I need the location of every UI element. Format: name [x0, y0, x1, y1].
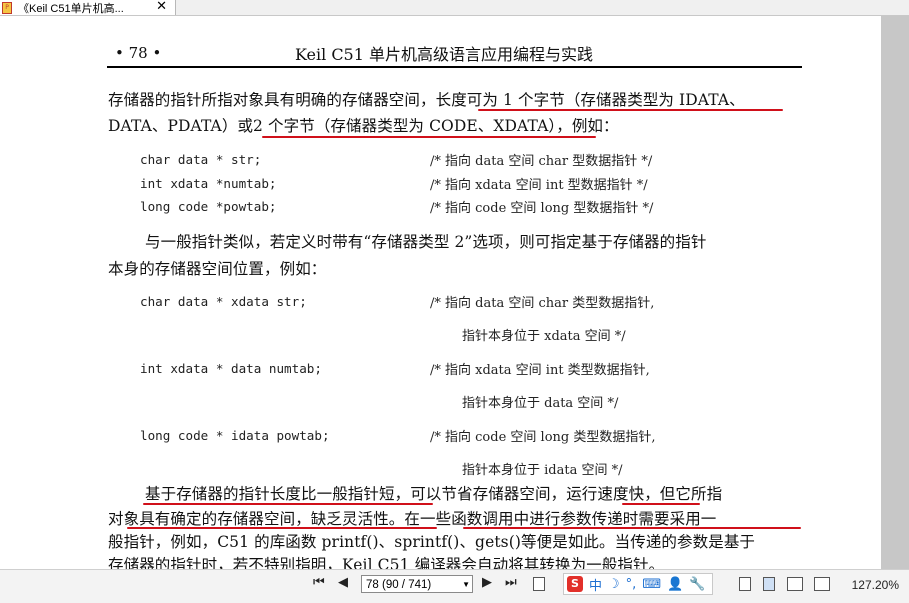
tab-title: 《Keil C51单片机高... — [18, 2, 124, 15]
first-page-button[interactable]: ⏮ — [313, 575, 325, 590]
paragraph-3-line-3: 般指针，例如，C51 的库函数 printf()、sprintf()、gets(… — [108, 533, 756, 551]
code-comment: /* 指向 code 空间 long 类型数据指针, — [430, 430, 656, 445]
last-page-button[interactable]: ⏭ — [505, 575, 517, 590]
code-line: long code * idata powtab; — [140, 428, 330, 443]
vertical-scrollbar[interactable] — [881, 16, 909, 569]
paragraph-1-line-2: DATA、PDATA）或2 个字节（存储器类型为 CODE、XDATA），例如： — [108, 114, 619, 136]
two-page-view-icon[interactable] — [787, 577, 803, 591]
code-line: long code *powtab; — [140, 199, 277, 214]
page-number-value: 78 (90 / 741) — [366, 579, 432, 591]
paragraph-3-line-2: 对象具有确定的存储器空间，缺乏灵活性。在一些函数调用中进行参数传递时需要采用一 — [108, 510, 717, 528]
text-span: ，例如： — [556, 117, 619, 135]
zoom-level[interactable]: 127.20% — [852, 578, 899, 592]
single-page-view-icon[interactable] — [739, 577, 751, 591]
paragraph-2-line-1: 与一般指针类似，若定义时带有“存储器类型 2”选项，则可指定基于存储器的指针 — [145, 233, 707, 251]
code-comment: /* 指向 data 空间 char 类型数据指针, — [430, 296, 655, 311]
keyboard-icon[interactable]: ⌨ — [642, 577, 661, 592]
user-icon[interactable]: 👤 — [667, 577, 683, 592]
page-header: Keil C51 单片机高级语言应用编程与实践 — [295, 45, 594, 64]
red-underline — [143, 503, 433, 505]
code-line: int xdata * data numtab; — [140, 361, 322, 376]
next-page-button[interactable]: ▶ — [482, 575, 492, 590]
page-number-input[interactable]: 78 (90 / 741) ▼ — [361, 575, 473, 593]
code-comment: /* 指向 code 空间 long 型数据指针 */ — [430, 201, 654, 216]
text-span: DATA、PDATA）或 — [108, 117, 254, 135]
punctuation-icon[interactable]: °, — [626, 577, 637, 592]
code-comment: /* 指向 xdata 空间 int 类型数据指针, — [430, 363, 650, 378]
red-underline — [622, 503, 700, 505]
document-tab[interactable]: P 《Keil C51单片机高... ✕ — [0, 0, 176, 15]
code-comment: 指针本身位于 idata 空间 */ — [462, 463, 623, 478]
red-underline — [478, 109, 783, 111]
highlighted-text: 长度可为 1 个字节（存储器类型为 IDATA、 — [435, 91, 745, 109]
paragraph-2-line-2: 本身的存储器空间位置，例如： — [108, 260, 327, 278]
prev-page-button[interactable]: ◀ — [338, 575, 348, 590]
paragraph-3-line-4: 存储器的指针时，若不特别指明，Keil C51 编译器会自动将其转换为一般指针。 — [108, 556, 665, 569]
wrench-icon[interactable]: 🔧 — [689, 577, 705, 592]
code-line: char data * str; — [140, 152, 262, 167]
text-span: 存储器的指针所指对象具有明确的存储器空间， — [108, 91, 436, 109]
code-comment: 指针本身位于 xdata 空间 */ — [462, 329, 626, 344]
input-method-toolbar[interactable]: S 中 ☽ °, ⌨ 👤 🔧 — [563, 573, 713, 595]
moon-icon[interactable]: ☽ — [608, 577, 620, 592]
pdf-file-icon: P — [2, 1, 12, 14]
document-page: • 78 • Keil C51 单片机高级语言应用编程与实践 存储器的指针所指对… — [0, 16, 881, 569]
two-page-continuous-icon[interactable] — [814, 577, 830, 591]
red-underline — [463, 527, 801, 529]
chevron-down-icon[interactable]: ▼ — [462, 576, 470, 594]
tab-bar: P 《Keil C51单片机高... ✕ — [0, 0, 909, 16]
paragraph-1-line-1: 存储器的指针所指对象具有明确的存储器空间，长度可为 1 个字节（存储器类型为 I… — [108, 88, 745, 110]
sogou-logo-icon[interactable]: S — [567, 576, 583, 592]
code-comment: 指针本身位于 data 空间 */ — [462, 396, 619, 411]
code-comment: /* 指向 data 空间 char 型数据指针 */ — [430, 154, 653, 169]
code-line: char data * xdata str; — [140, 294, 307, 309]
continuous-view-icon[interactable] — [763, 577, 775, 591]
close-icon[interactable]: ✕ — [156, 0, 167, 14]
red-underline — [127, 527, 437, 529]
code-line: int xdata *numtab; — [140, 176, 277, 191]
language-mode[interactable]: 中 — [589, 575, 602, 594]
document-icon[interactable] — [533, 577, 545, 591]
page-number: • 78 • — [115, 44, 162, 62]
status-bar: ⏮ ◀ 78 (90 / 741) ▼ ▶ ⏭ S 中 ☽ °, ⌨ 👤 🔧 1… — [0, 569, 909, 603]
paragraph-3-line-1: 基于存储器的指针长度比一般指针短，可以节省存储器空间，运行速度快，但它所指 — [145, 485, 723, 503]
header-rule — [107, 66, 802, 68]
code-comment: /* 指向 xdata 空间 int 型数据指针 */ — [430, 178, 648, 193]
highlighted-text: 2 个字节（存储器类型为 CODE、XDATA） — [253, 117, 557, 135]
red-underline — [262, 136, 596, 138]
